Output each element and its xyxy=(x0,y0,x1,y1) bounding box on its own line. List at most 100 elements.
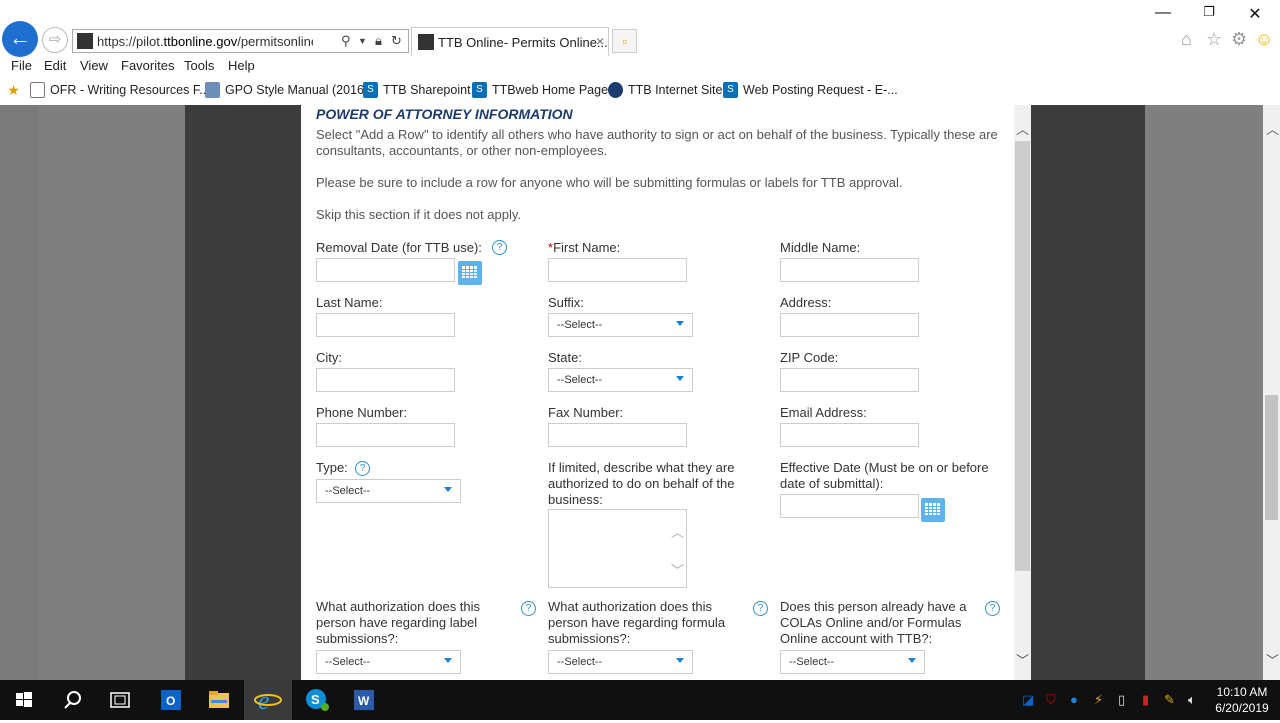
help-icon[interactable]: ? xyxy=(521,601,536,616)
battery-tray-icon[interactable]: ▮ xyxy=(1142,692,1149,708)
file-explorer-button[interactable] xyxy=(195,680,243,720)
limited-textarea[interactable]: ︿ ﹀ xyxy=(548,509,687,588)
fav-ttb-sharepoint[interactable]: TTB Sharepoint xyxy=(383,83,471,97)
address-bar[interactable]: https://pilot.ttbonline.gov/permitsonlin… xyxy=(72,29,409,53)
calendar-icon[interactable] xyxy=(458,261,482,285)
type-select[interactable]: --Select-- xyxy=(316,479,461,503)
city-input[interactable] xyxy=(316,368,455,392)
new-tab-button[interactable]: ▫ xyxy=(612,29,637,53)
internet-explorer-icon: e xyxy=(254,686,282,715)
limited-label: If limited, describe what they are autho… xyxy=(548,460,735,507)
colas-select[interactable]: --Select-- xyxy=(780,650,925,674)
browser-tab[interactable]: TTB Online- Permits Online... × xyxy=(411,27,609,56)
scroll-down-icon[interactable]: ﹀ xyxy=(1016,650,1029,669)
lock-icon[interactable]: 🔒︎ xyxy=(375,33,382,49)
forward-button[interactable]: ⇨ xyxy=(42,27,68,53)
usb-tray-icon[interactable]: ▯ xyxy=(1118,692,1125,708)
scroll-up-icon[interactable]: ︿ xyxy=(1266,119,1279,138)
search-icon xyxy=(64,691,81,709)
page-scrollbar-thumb[interactable] xyxy=(1265,395,1278,520)
removal-date-input[interactable] xyxy=(316,258,455,282)
word-button[interactable]: W xyxy=(340,680,388,720)
menu-help[interactable]: Help xyxy=(228,58,255,73)
fav-ttbweb[interactable]: TTBweb Home Page xyxy=(492,83,608,97)
outlook-tray-icon[interactable]: ◪ xyxy=(1022,692,1034,708)
skype-tray-icon[interactable]: ● xyxy=(1070,692,1078,707)
suffix-select[interactable]: --Select-- xyxy=(548,313,693,337)
scroll-down-icon[interactable]: ﹀ xyxy=(1266,650,1279,669)
system-clock[interactable]: 10:10 AM 6/20/2019 xyxy=(1210,684,1274,716)
help-icon[interactable]: ? xyxy=(985,601,1000,616)
close-tab-icon[interactable]: × xyxy=(596,33,604,49)
zip-input[interactable] xyxy=(780,368,919,392)
chevron-down-icon xyxy=(676,658,684,663)
menu-view[interactable]: View xyxy=(80,58,108,73)
scroll-up-icon[interactable]: ︿ xyxy=(1016,119,1029,138)
restore-icon[interactable]: ❐ xyxy=(1189,4,1229,20)
menu-file[interactable]: File xyxy=(11,58,32,73)
minimize-icon[interactable]: — xyxy=(1143,4,1183,22)
fax-input[interactable] xyxy=(548,423,687,447)
settings-gear-icon[interactable]: ⚙ xyxy=(1231,29,1247,50)
formula-auth-select[interactable]: --Select-- xyxy=(548,650,693,674)
gpo-icon xyxy=(205,82,220,98)
effective-date-input[interactable] xyxy=(780,494,919,518)
task-view-button[interactable] xyxy=(96,680,144,720)
label-auth-select[interactable]: --Select-- xyxy=(316,650,461,674)
state-select[interactable]: --Select-- xyxy=(548,368,693,392)
address-label: Address: xyxy=(780,295,832,310)
help-icon[interactable]: ? xyxy=(753,601,768,616)
favorites-star-icon[interactable]: ☆ xyxy=(1206,29,1222,50)
search-button[interactable] xyxy=(48,680,96,720)
sharepoint-icon: S xyxy=(472,82,487,98)
scroll-up-icon[interactable]: ︿ xyxy=(671,522,684,541)
middle-name-input[interactable] xyxy=(780,258,919,282)
label-auth-select-value: --Select-- xyxy=(325,656,371,668)
chevron-down-icon xyxy=(908,658,916,663)
first-name-label-text: First Name: xyxy=(553,240,621,255)
menu-tools[interactable]: Tools xyxy=(184,58,214,73)
chevron-down-icon xyxy=(676,376,684,381)
modal-scrollbar-thumb[interactable] xyxy=(1015,141,1030,571)
back-button[interactable]: ← xyxy=(2,21,38,57)
dropdown-icon[interactable]: ▼ xyxy=(358,36,367,46)
refresh-icon[interactable]: ↻ xyxy=(391,33,402,49)
close-window-icon[interactable]: ✕ xyxy=(1235,4,1275,24)
last-name-input[interactable] xyxy=(316,313,455,337)
email-input[interactable] xyxy=(780,423,919,447)
state-label: State: xyxy=(548,350,582,365)
page-scrollbar[interactable]: ︿ ﹀ xyxy=(1263,105,1280,680)
formula-auth-label: What authorization does this person have… xyxy=(548,599,726,646)
middle-name-label: Middle Name: xyxy=(780,240,861,255)
fav-ttb-internet[interactable]: TTB Internet Site xyxy=(628,83,722,97)
fav-ofr[interactable]: OFR - Writing Resources F... xyxy=(50,83,210,97)
home-icon[interactable]: ⌂ xyxy=(1181,29,1192,50)
outlook-button[interactable]: O xyxy=(147,680,195,720)
internet-explorer-button[interactable]: e xyxy=(244,680,292,720)
calendar-icon[interactable] xyxy=(921,498,945,522)
help-icon[interactable]: ? xyxy=(355,461,370,476)
fav-gpo[interactable]: GPO Style Manual (2016) xyxy=(225,83,368,97)
clock-date: 6/20/2019 xyxy=(1215,701,1269,715)
mcafee-tray-icon[interactable]: ⛉ xyxy=(1046,692,1056,708)
address-input[interactable] xyxy=(780,313,919,337)
phone-input[interactable] xyxy=(316,423,455,447)
windows-start-button[interactable] xyxy=(0,680,48,720)
feedback-smiley-icon[interactable]: ☺ xyxy=(1255,29,1273,50)
volume-icon[interactable]: 🔈︎ xyxy=(1188,692,1196,708)
address-url[interactable]: https://pilot.ttbonline.gov/permitsonlin… xyxy=(97,34,313,49)
scroll-down-icon[interactable]: ﹀ xyxy=(671,560,684,579)
pen-tray-icon[interactable]: ✎ xyxy=(1164,692,1175,708)
chevron-down-icon xyxy=(444,487,452,492)
search-icon[interactable]: ⚲ xyxy=(341,33,351,49)
network-tray-icon[interactable]: ⚡ xyxy=(1094,692,1103,708)
menu-favorites[interactable]: Favorites xyxy=(121,58,174,73)
first-name-input[interactable] xyxy=(548,258,687,282)
menu-edit[interactable]: Edit xyxy=(44,58,66,73)
skype-button[interactable]: S xyxy=(292,680,340,720)
colas-label: Does this person already have a COLAs On… xyxy=(780,599,967,646)
add-favorite-star-icon[interactable]: ★ xyxy=(6,82,21,98)
help-icon[interactable]: ? xyxy=(492,240,507,255)
modal-scrollbar[interactable]: ︿ ﹀ xyxy=(1014,105,1031,680)
fav-web-posting[interactable]: Web Posting Request - E-... xyxy=(743,83,898,97)
